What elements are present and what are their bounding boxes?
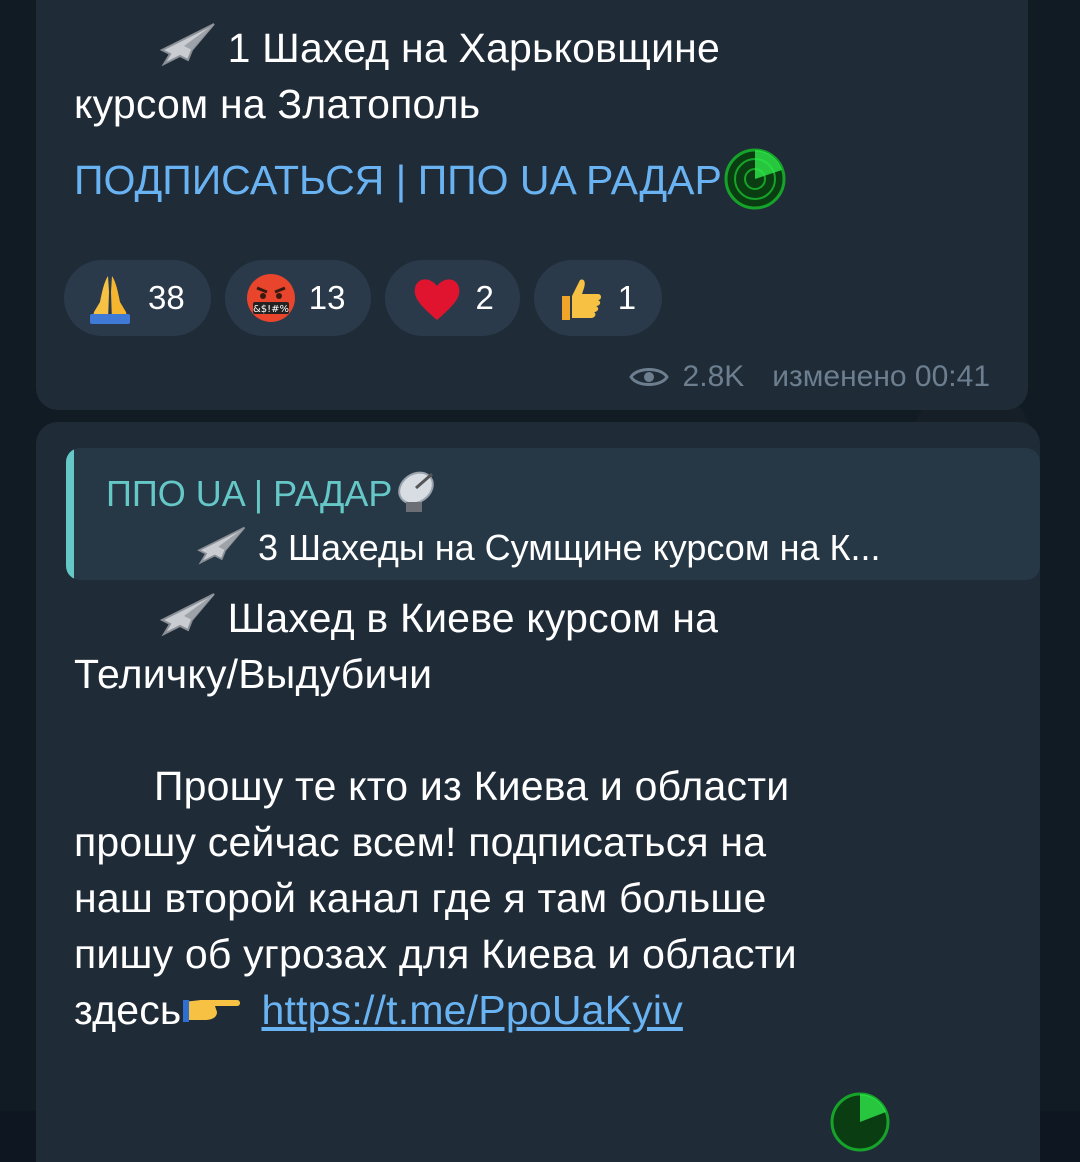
radar-icon <box>724 148 786 210</box>
message-text: Шахед в Киеве курсом на Теличку/Выдубичи… <box>74 590 797 1038</box>
reactions-bar: 38 &$!#% 13 2 1 <box>64 260 663 336</box>
reaction-thumbs-up[interactable]: 1 <box>533 260 663 336</box>
cursing-face-icon: &$!#% <box>246 274 295 322</box>
svg-text:&$!#%: &$!#% <box>253 304 289 315</box>
satellite-dish-icon <box>398 471 435 512</box>
drone-icon <box>159 23 215 67</box>
radar-icon <box>830 1092 890 1152</box>
pointing-hand-icon <box>183 1000 241 1022</box>
subscribe-link[interactable]: ПОДПИСАТЬСЯ | ППО UA РАДАР <box>74 148 786 210</box>
reaction-red-heart[interactable]: 2 <box>385 260 520 336</box>
view-count: 2.8K <box>682 360 745 393</box>
reply-accent-bar <box>66 448 74 580</box>
thumbs-up-icon <box>561 279 601 320</box>
reply-channel-name: ППО UA | РАДАР <box>106 466 442 516</box>
message-bubble[interactable]: 1 Шахед на Харьковщине курсом на Златопо… <box>36 0 1028 410</box>
message-text: 1 Шахед на Харьковщине курсом на Златопо… <box>74 20 720 132</box>
reaction-folded-hands[interactable]: 38 <box>64 260 211 336</box>
heart-icon <box>415 279 460 320</box>
reaction-cursing-face[interactable]: &$!#% 13 <box>224 260 372 336</box>
drone-icon <box>197 526 246 565</box>
message-bubble[interactable]: ППО UA | РАДАР 3 Шахеды на Сумщине курсо… <box>36 422 1040 1162</box>
channel-url-link[interactable]: https://t.me/PpoUaKyiv <box>261 987 682 1033</box>
reply-preview-text: 3 Шахеды на Сумщине курсом на К... <box>192 524 880 569</box>
eye-icon <box>628 368 669 386</box>
message-meta: 2.8K изменено 00:41 <box>628 360 990 394</box>
reply-preview[interactable]: ППО UA | РАДАР 3 Шахеды на Сумщине курсо… <box>66 448 1040 580</box>
drone-icon <box>159 593 215 637</box>
edited-time: изменено 00:41 <box>772 360 990 393</box>
folded-hands-icon <box>90 276 130 324</box>
